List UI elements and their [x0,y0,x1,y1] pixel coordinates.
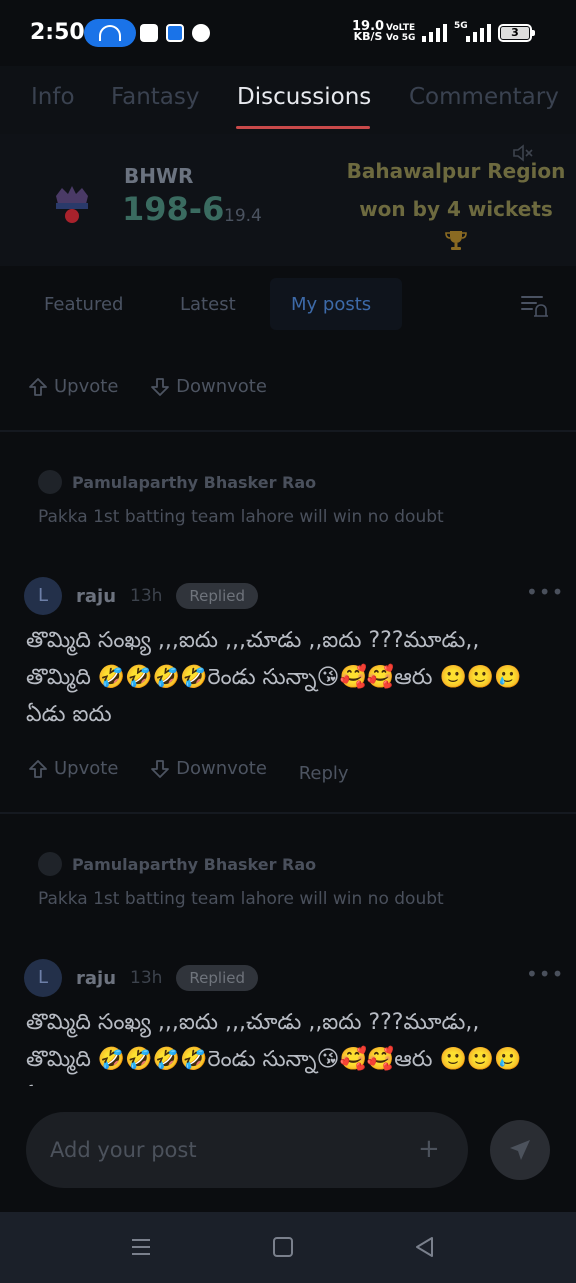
avatar[interactable]: L [24,959,62,997]
tab-commentary[interactable]: Commentary [409,84,559,110]
trophy-icon [445,231,467,250]
quoted-author-avatar [38,470,62,494]
post-actions: Upvote Downvote Reply [28,758,375,784]
post-time: 13h [130,586,163,606]
quoted-author: Pamulaparthy Bhasker Rao [38,852,316,876]
signal-bars-icon-2 [466,24,492,42]
divider [0,430,576,432]
score-card[interactable]: BHWR 198-6 19.4 Bahawalpur Region won by… [0,134,576,266]
post-time: 13h [130,968,163,988]
system-nav-bar [0,1212,576,1283]
downvote-label: Downvote [176,758,267,779]
quoted-author-name: Pamulaparthy Bhasker Rao [72,854,317,874]
plus-icon[interactable]: + [418,1134,440,1164]
reply-button[interactable]: Reply [299,763,349,784]
network-speed: 19.0 KB/S [352,19,385,43]
downvote-button[interactable]: Downvote [150,758,267,779]
back-triangle-icon[interactable] [412,1234,438,1260]
quoted-author-name: Pamulaparthy Bhasker Rao [72,472,317,492]
hotspot-icon [166,24,184,42]
sub-tabs: Featured Latest My posts [0,266,576,344]
divider [0,812,576,814]
team-score: 198-6 [122,190,225,228]
upvote-arrow-icon [29,759,47,778]
status-bar: 2:50 19.0 KB/S VoLTE Vo 5G 5G 3 [0,0,576,66]
downvote-arrow-icon [151,759,170,778]
upvote-button[interactable]: Upvote [28,758,118,779]
status-badge: Replied [176,965,259,991]
status-badge: Replied [176,583,259,609]
post-header: L raju 13h Replied [24,577,259,615]
post-body: తొమ్మిది సంఖ్య ,,,ఐదు ,,,చూడు ,,ఐదు ???మ… [26,1010,522,1086]
team-overs: 19.4 [224,206,262,226]
menu-icon[interactable] [128,1234,154,1260]
tab-info[interactable]: Info [31,84,75,110]
home-square-icon[interactable] [270,1234,296,1260]
quoted-text: Pakka 1st batting team lahore will win n… [38,889,444,909]
add-post-input[interactable] [26,1112,468,1188]
quoted-text: Pakka 1st batting team lahore will win n… [38,507,444,527]
match-result: Bahawalpur Region won by 4 wickets [340,152,572,228]
post-username[interactable]: raju [76,586,116,607]
avatar[interactable]: L [24,577,62,615]
subtab-my-posts[interactable]: My posts [291,294,371,315]
team-logo [56,186,88,223]
status-time: 2:50 [30,20,85,45]
signal-bars-icon [422,24,448,42]
volte-indicator: VoLTE Vo 5G [386,23,416,43]
tab-discussions[interactable]: Discussions [237,84,371,110]
upvote-label: Upvote [54,376,119,397]
active-tab-indicator [236,126,370,129]
send-icon [510,1140,530,1160]
subtab-featured[interactable]: Featured [44,294,123,315]
battery-level: 3 [501,27,529,39]
notes-icon [140,24,158,42]
post-body: తొమ్మిది సంఖ్య ,,,ఐదు ,,,చూడు ,,ఐదు ???మ… [26,628,522,727]
downvote-arrow-icon [151,377,170,396]
post-header: L raju 13h Replied [24,959,259,997]
team-abbreviation: BHWR [124,164,194,188]
upvote-arrow-icon [29,377,47,396]
downvote-button[interactable]: Downvote [150,376,267,397]
quoted-author: Pamulaparthy Bhasker Rao [38,470,316,494]
quoted-author-avatar [38,852,62,876]
top-tabs: Info Fantasy Discussions Commentary [0,66,576,134]
tab-fantasy[interactable]: Fantasy [111,84,200,110]
more-horizontal-icon[interactable]: ••• [526,962,564,986]
result-line-1: Bahawalpur Region [346,159,566,183]
battery-icon: 3 [498,24,535,42]
subtab-latest[interactable]: Latest [180,294,236,315]
post-username[interactable]: raju [76,968,116,989]
send-button[interactable] [490,1120,550,1180]
post-composer: + [0,1086,576,1216]
upvote-button[interactable]: Upvote [28,376,118,397]
post-actions-top: Upvote Downvote [28,376,293,402]
result-line-2: won by 4 wickets [359,197,553,221]
more-horizontal-icon[interactable]: ••• [526,580,564,604]
phone-call-icon [192,24,210,42]
filter-notification-icon[interactable] [520,292,548,320]
wifi-hotspot-icon [84,19,136,47]
downvote-label: Downvote [176,376,267,397]
upvote-label: Upvote [54,758,119,779]
